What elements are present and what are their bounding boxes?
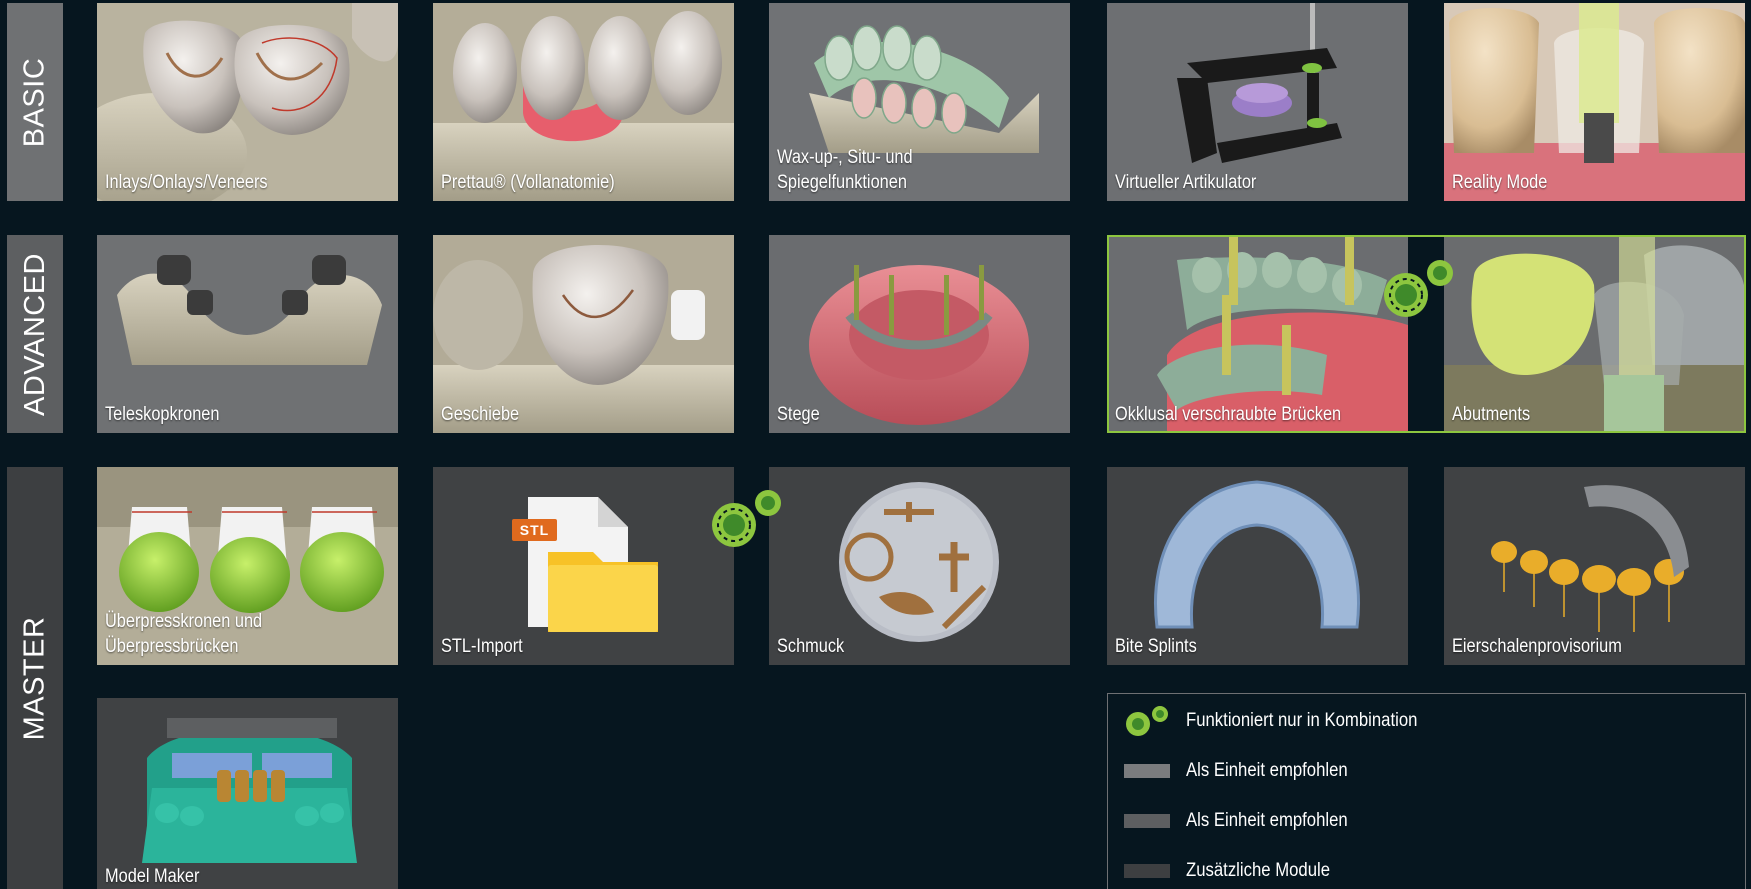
module-ueberpress[interactable]: Überpresskronen und Überpressbrücken [97, 467, 398, 665]
combination-gears-icon [1384, 260, 1453, 317]
module-model-maker[interactable]: Model Maker [97, 698, 398, 889]
module-abutments[interactable]: Abutments [1444, 235, 1745, 433]
legend-swatch-mid [1124, 814, 1170, 828]
okklusal-label: Okklusal verschraubte Brücken [1115, 404, 1342, 425]
tier-advanced: ADVANCED [7, 235, 63, 433]
legend-gears-icon [1126, 706, 1168, 736]
module-schmuck[interactable]: Schmuck [769, 467, 1070, 665]
tier-advanced-label: ADVANCED [18, 252, 51, 416]
inlays-label: Inlays/Onlays/Veneers [105, 172, 268, 193]
schmuck-label: Schmuck [777, 636, 845, 657]
geschiebe-label: Geschiebe [441, 404, 520, 425]
tier-master-label: MASTER [18, 616, 51, 740]
module-stl[interactable]: STL STL-Import [433, 467, 734, 665]
reality-label: Reality Mode [1452, 172, 1548, 193]
combination-gears-icon-schmuck [712, 490, 781, 547]
legend-combo: Funktioniert nur in Kombination [1124, 704, 1449, 738]
legend-combo-text: Funktioniert nur in Kombination [1186, 710, 1418, 731]
module-eierschalen[interactable]: Eierschalenprovisorium [1444, 467, 1745, 665]
legend-swatch-light [1124, 764, 1170, 778]
ueberpress-label-line2: Überpressbrücken [105, 636, 239, 657]
legend-unit1-text: Als Einheit empfohlen [1186, 760, 1348, 781]
module-reality[interactable]: Reality Mode [1444, 3, 1745, 201]
legend: Funktioniert nur in Kombination Als Einh… [1107, 693, 1746, 889]
prettau-label: Prettau® (Vollanatomie) [441, 172, 615, 193]
ueberpress-label: Überpresskronen und Überpressbrücken [105, 609, 352, 659]
stl-badge: STL [512, 519, 557, 541]
module-inlays[interactable]: Inlays/Onlays/Veneers [97, 3, 398, 201]
ueberpress-label-line1: Überpresskronen und [105, 611, 263, 632]
legend-additional: Zusätzliche Module [1124, 860, 1350, 882]
legend-unit1: Als Einheit empfohlen [1124, 760, 1370, 782]
model-maker-image [97, 698, 398, 889]
eierschalen-label: Eierschalenprovisorium [1452, 636, 1622, 657]
module-teleskop[interactable]: Teleskopkronen [97, 235, 398, 433]
stege-label: Stege [777, 404, 820, 425]
teleskop-label: Teleskopkronen [105, 404, 220, 425]
legend-additional-text: Zusätzliche Module [1186, 860, 1331, 881]
module-okklusal[interactable]: Okklusal verschraubte Brücken [1107, 235, 1408, 433]
module-stege[interactable]: Stege [769, 235, 1070, 433]
legend-swatch-dark [1124, 864, 1170, 878]
waxup-label-line2: Spiegelfunktionen [777, 172, 907, 193]
waxup-label: Wax-up-, Situ- und Spiegelfunktionen [777, 145, 1024, 195]
module-waxup[interactable]: Wax-up-, Situ- und Spiegelfunktionen [769, 3, 1070, 201]
tier-basic-label: BASIC [18, 57, 51, 147]
stl-label: STL-Import [441, 636, 523, 657]
module-prettau[interactable]: Prettau® (Vollanatomie) [433, 3, 734, 201]
model-maker-label: Model Maker [105, 866, 200, 887]
tier-master: MASTER [7, 467, 63, 889]
artikulator-label: Virtueller Artikulator [1115, 172, 1257, 193]
legend-unit2-text: Als Einheit empfohlen [1186, 810, 1348, 831]
legend-unit2: Als Einheit empfohlen [1124, 810, 1370, 832]
module-geschiebe[interactable]: Geschiebe [433, 235, 734, 433]
bite-label: Bite Splints [1115, 636, 1197, 657]
tier-basic: BASIC [7, 3, 63, 201]
module-artikulator[interactable]: Virtueller Artikulator [1107, 3, 1408, 201]
module-bite[interactable]: Bite Splints [1107, 467, 1408, 665]
waxup-label-line1: Wax-up-, Situ- und [777, 147, 913, 168]
abutments-label: Abutments [1452, 404, 1531, 425]
